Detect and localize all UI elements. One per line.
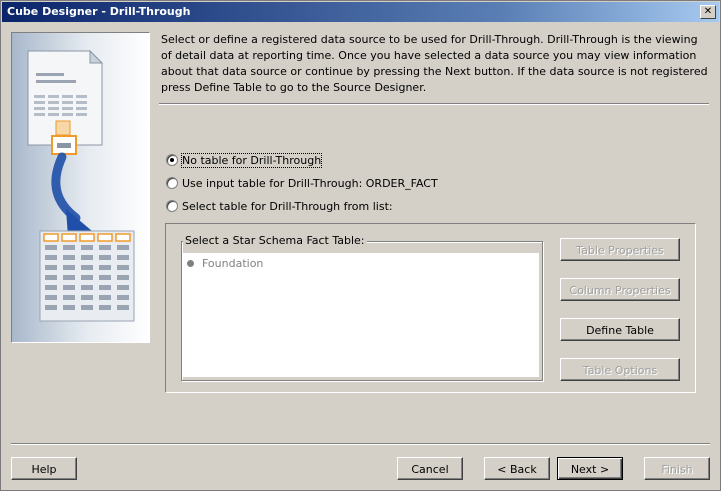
option-no-table-label[interactable]: No table for Drill-Through [180, 152, 323, 168]
option-input-table-label[interactable]: Use input table for Drill-Through: ORDER… [182, 177, 438, 190]
separator-top [159, 103, 709, 105]
table-options-button[interactable]: Table Options [560, 358, 680, 381]
next-button[interactable]: Next > [557, 457, 623, 480]
column-properties-button[interactable]: Column Properties [560, 278, 680, 301]
separator-bottom [11, 443, 710, 445]
finish-button[interactable]: Finish [644, 457, 710, 480]
option-no-table[interactable]: No table for Drill-Through [166, 152, 323, 168]
close-icon[interactable]: ✕ [700, 5, 716, 19]
list-item[interactable]: Foundation [187, 257, 263, 270]
cube-designer-dialog: Cube Designer - Drill-Through ✕ Select o… [0, 0, 721, 491]
option-input-table[interactable]: Use input table for Drill-Through: ORDER… [166, 176, 438, 190]
list-item-label: Foundation [202, 257, 264, 270]
bullet-icon [187, 260, 194, 267]
table-properties-button[interactable]: Table Properties [560, 238, 680, 261]
option-select-from-list-label[interactable]: Select table for Drill-Through from list… [182, 200, 393, 213]
radio-input-table[interactable] [166, 177, 178, 189]
back-button[interactable]: < Back [484, 457, 550, 480]
radio-no-table[interactable] [166, 154, 178, 166]
report-to-table-illustration-icon [27, 49, 135, 322]
title-bar: Cube Designer - Drill-Through ✕ [2, 2, 719, 22]
window-title: Cube Designer - Drill-Through [7, 5, 191, 18]
radio-select-from-list[interactable] [166, 200, 178, 212]
instructions-text: Select or define a registered data sourc… [161, 33, 708, 94]
help-button[interactable]: Help [11, 457, 77, 480]
define-table-button[interactable]: Define Table [560, 318, 680, 341]
star-schema-list[interactable]: Foundation [183, 253, 539, 377]
side-illustration-panel [11, 32, 150, 343]
option-select-from-list[interactable]: Select table for Drill-Through from list… [166, 199, 393, 213]
star-schema-legend: Select a Star Schema Fact Table: [183, 234, 367, 247]
cancel-button[interactable]: Cancel [397, 457, 463, 480]
